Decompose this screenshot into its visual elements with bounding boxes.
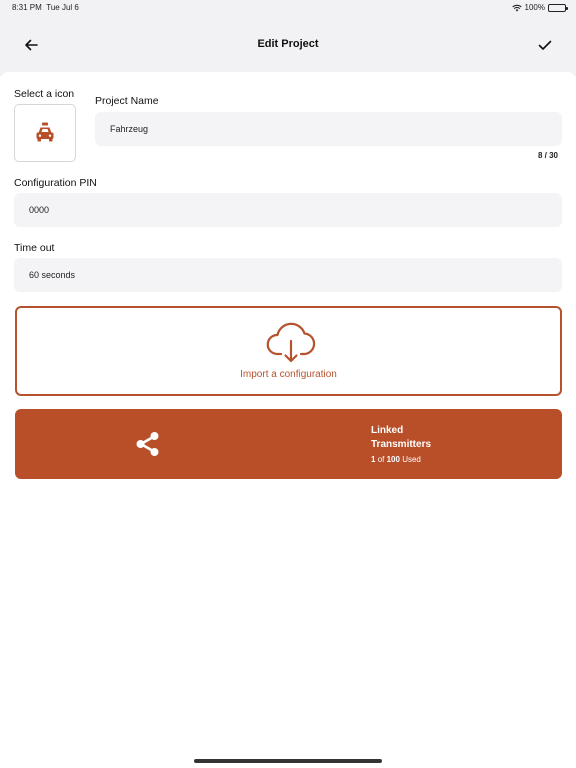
linked-transmitters-title: Linked Transmitters <box>371 424 431 452</box>
project-name-value: Fahrzeug <box>110 124 149 134</box>
select-icon-label: Select a icon <box>14 88 75 100</box>
linked-title-line2: Transmitters <box>371 439 432 450</box>
status-bar: 8:31 PM Tue Jul 6 100% <box>0 0 576 16</box>
config-pin-value: 0000 <box>29 205 50 215</box>
import-configuration-button[interactable]: Import a configuration <box>15 306 562 396</box>
home-indicator <box>194 759 382 763</box>
share-icon <box>136 432 159 456</box>
linked-transmitters-button[interactable]: Linked Transmitters 1 of 100 Used <box>15 409 562 479</box>
battery-percent: 100% <box>524 3 545 12</box>
timeout-value: 60 seconds <box>29 270 76 280</box>
cloud-download-icon <box>266 322 316 363</box>
taxi-car-icon <box>36 122 54 142</box>
page-title: Edit Project <box>257 38 319 50</box>
timeout-label: Time out <box>14 242 55 254</box>
config-pin-label: Configuration PIN <box>14 177 97 189</box>
linked-usage-text: 1 of 100 Used <box>371 455 421 464</box>
wifi-icon <box>511 4 522 11</box>
project-name-counter: 8 / 30 <box>537 151 558 160</box>
linked-title-line1: Linked <box>371 425 404 436</box>
project-name-label: Project Name <box>95 95 159 107</box>
used-text: Used <box>402 455 421 464</box>
import-configuration-label: Import a configuration <box>240 369 337 380</box>
timeout-input[interactable]: 60 seconds <box>14 258 562 292</box>
of-text: of <box>377 455 385 464</box>
battery-icon <box>548 3 568 12</box>
done-button[interactable] <box>534 34 556 56</box>
used-count: 1 <box>371 455 376 464</box>
nav-bar: Edit Project <box>0 28 576 62</box>
project-name-input[interactable]: Fahrzeug <box>95 112 562 146</box>
status-time-text: 8:31 PM <box>12 3 42 12</box>
icon-picker-button[interactable] <box>14 104 76 162</box>
status-right: 100% <box>511 3 568 12</box>
checkmark-icon <box>538 40 552 50</box>
status-date-text: Tue Jul 6 <box>46 3 79 12</box>
status-time: 8:31 PM Tue Jul 6 <box>12 3 79 12</box>
config-pin-input[interactable]: 0000 <box>14 193 562 227</box>
total-count: 100 <box>386 455 400 464</box>
